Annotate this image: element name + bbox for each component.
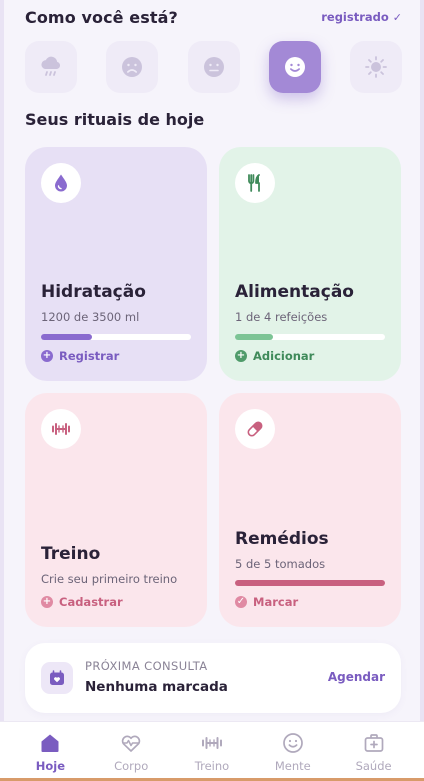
food-icon-badge bbox=[235, 163, 275, 203]
nav-item-mente[interactable]: Mente bbox=[258, 731, 328, 773]
check-icon: ✓ bbox=[392, 10, 402, 24]
mood-header: Como você está? registrado ✓ bbox=[25, 6, 402, 28]
next-consult-card: PRÓXIMA CONSULTA Nenhuma marcada Agendar bbox=[25, 643, 401, 713]
schedule-button[interactable]: Agendar bbox=[328, 670, 385, 684]
meds-icon-badge bbox=[235, 409, 275, 449]
nav-item-corpo[interactable]: Corpo bbox=[96, 731, 166, 773]
meds-progress-bar bbox=[235, 580, 385, 586]
mood-title: Como você está? bbox=[25, 7, 178, 27]
food-progress-bar bbox=[235, 334, 385, 340]
plus-icon: + bbox=[235, 350, 247, 362]
smile-icon bbox=[282, 732, 303, 753]
plus-icon: + bbox=[41, 350, 53, 362]
mood-option-rain[interactable] bbox=[25, 41, 77, 93]
bottom-nav: Hoje Corpo Treino Mente Saúde bbox=[0, 721, 424, 781]
mood-option-sun[interactable] bbox=[350, 41, 402, 93]
nav-label: Saúde bbox=[355, 758, 392, 773]
hydration-register-button[interactable]: + Registrar bbox=[41, 349, 119, 363]
fork-knife-icon bbox=[248, 174, 260, 192]
nav-item-hoje[interactable]: Hoje bbox=[15, 731, 85, 773]
left-frame-edge bbox=[0, 0, 4, 781]
pill-icon bbox=[247, 421, 263, 437]
hydration-subtitle: 1200 de 3500 ml bbox=[41, 310, 140, 324]
home-icon bbox=[41, 734, 59, 752]
dumbbell-icon bbox=[52, 423, 70, 435]
nav-label: Mente bbox=[274, 758, 311, 773]
meds-subtitle: 5 de 5 tomados bbox=[235, 557, 326, 571]
consult-value: Nenhuma marcada bbox=[85, 679, 228, 695]
nav-label: Treino bbox=[194, 758, 230, 773]
rain-cloud-icon bbox=[41, 56, 61, 76]
check-icon: ✓ bbox=[235, 596, 247, 608]
hydration-action-label: Registrar bbox=[59, 349, 120, 363]
hydration-card[interactable]: Hidratação 1200 de 3500 ml + Registrar bbox=[25, 147, 207, 381]
hydration-icon-badge bbox=[41, 163, 81, 203]
mood-selector bbox=[25, 41, 402, 93]
mood-option-happy[interactable] bbox=[268, 41, 321, 93]
nav-label: Corpo bbox=[114, 758, 149, 773]
consult-label: PRÓXIMA CONSULTA bbox=[85, 659, 208, 673]
food-subtitle: 1 de 4 refeições bbox=[235, 310, 328, 324]
hydration-progress-bar bbox=[41, 334, 191, 340]
mood-status-label: registrado bbox=[321, 10, 389, 24]
workout-register-button[interactable]: + Cadastrar bbox=[41, 595, 123, 609]
hydration-title: Hidratação bbox=[41, 282, 146, 302]
mood-status: registrado ✓ bbox=[321, 10, 402, 24]
workout-icon-badge bbox=[41, 409, 81, 449]
food-action-label: Adicionar bbox=[253, 349, 315, 363]
food-add-button[interactable]: + Adicionar bbox=[235, 349, 314, 363]
happy-face-icon bbox=[284, 57, 305, 77]
workout-card[interactable]: Treino Crie seu primeiro treino + Cadast… bbox=[25, 393, 207, 627]
mood-option-sad[interactable] bbox=[106, 41, 159, 93]
food-progress-fill bbox=[235, 334, 273, 340]
sun-icon bbox=[365, 56, 387, 78]
meds-title: Remédios bbox=[235, 529, 329, 549]
meds-mark-button[interactable]: ✓ Marcar bbox=[235, 595, 298, 609]
workout-subtitle: Crie seu primeiro treino bbox=[41, 572, 178, 586]
right-frame-edge bbox=[420, 0, 424, 781]
dumbbell-icon bbox=[201, 736, 222, 749]
meds-card[interactable]: Remédios 5 de 5 tomados ✓ Marcar bbox=[219, 393, 401, 627]
workout-title: Treino bbox=[41, 544, 101, 564]
nav-label: Hoje bbox=[35, 758, 66, 773]
mood-option-neutral[interactable] bbox=[187, 41, 240, 93]
sad-face-icon bbox=[122, 57, 143, 77]
medical-kit-icon bbox=[364, 733, 383, 752]
water-drop-icon bbox=[55, 174, 67, 192]
plus-icon: + bbox=[41, 596, 53, 608]
food-card[interactable]: Alimentação 1 de 4 refeições + Adicionar bbox=[219, 147, 401, 381]
nav-item-saude[interactable]: Saúde bbox=[339, 731, 409, 773]
calendar-heart-icon bbox=[50, 670, 64, 685]
rituals-title: Seus rituais de hoje bbox=[25, 110, 205, 129]
calendar-heart-icon-badge bbox=[41, 662, 73, 694]
meds-progress-fill bbox=[235, 580, 385, 586]
nav-item-treino[interactable]: Treino bbox=[177, 731, 247, 773]
meds-action-label: Marcar bbox=[253, 595, 299, 609]
hydration-progress-fill bbox=[41, 334, 92, 340]
food-title: Alimentação bbox=[235, 282, 354, 302]
neutral-face-icon bbox=[203, 57, 224, 77]
heart-pulse-icon bbox=[121, 735, 141, 752]
workout-action-label: Cadastrar bbox=[59, 595, 123, 609]
